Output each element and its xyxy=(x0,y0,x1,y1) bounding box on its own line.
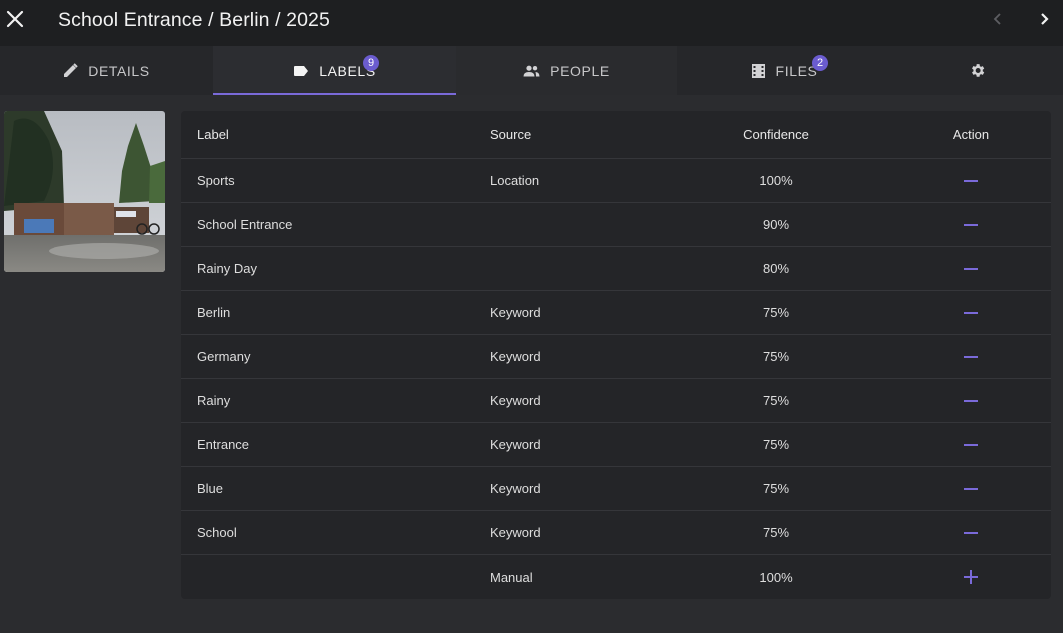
tab-bar: DETAILS LABELS 9 PEOPLE FILES 2 xyxy=(0,46,1063,95)
label-cell: Germany xyxy=(197,349,251,364)
minus-icon xyxy=(964,311,978,314)
action-cell xyxy=(921,291,1021,334)
minus-icon xyxy=(964,399,978,402)
gear-icon xyxy=(969,62,986,79)
label-cell: Blue xyxy=(197,481,224,496)
source-cell: Keyword xyxy=(490,393,541,408)
page-title: School Entrance / Berlin / 2025 xyxy=(58,9,330,31)
action-cell xyxy=(921,511,1021,554)
plus-icon xyxy=(964,570,978,584)
table-row: School Keyword 75% xyxy=(181,511,1051,555)
action-cell xyxy=(921,423,1021,466)
confidence-cell: 75% xyxy=(762,481,790,496)
table-row: Blue Keyword 75% xyxy=(181,467,1051,511)
remove-label-button[interactable] xyxy=(957,299,985,327)
confidence-cell: 90% xyxy=(762,217,790,232)
close-icon[interactable] xyxy=(3,7,27,31)
label-cell: Rainy Day xyxy=(197,261,257,276)
source-cell: Keyword xyxy=(490,349,541,364)
table-row: Rainy Keyword 75% xyxy=(181,379,1051,423)
confidence-cell: 100% xyxy=(759,173,793,188)
source-cell: Keyword xyxy=(490,305,541,320)
tab-files[interactable]: FILES 2 xyxy=(677,46,891,95)
pencil-icon xyxy=(63,63,78,78)
source-cell: Manual xyxy=(490,569,533,585)
action-cell xyxy=(921,467,1021,510)
chevron-left-icon[interactable] xyxy=(987,8,1009,30)
minus-icon xyxy=(964,443,978,446)
source-cell: Keyword xyxy=(490,481,541,496)
action-cell xyxy=(921,555,1021,599)
remove-label-button[interactable] xyxy=(957,211,985,239)
minus-icon xyxy=(964,355,978,358)
action-cell xyxy=(921,379,1021,422)
header-confidence: Confidence xyxy=(743,127,809,142)
source-cell: Keyword xyxy=(490,437,541,452)
remove-label-button[interactable] xyxy=(957,475,985,503)
table-row: School Entrance 90% xyxy=(181,203,1051,247)
label-cell: School xyxy=(197,525,237,540)
confidence-cell: 75% xyxy=(762,525,790,540)
remove-label-button[interactable] xyxy=(957,387,985,415)
title-bar: School Entrance / Berlin / 2025 xyxy=(0,0,1063,46)
source-cell: Keyword xyxy=(490,525,541,540)
tab-settings[interactable] xyxy=(891,46,1063,95)
labels-table: Label Source Confidence Action Sports Loc… xyxy=(181,111,1051,599)
remove-label-button[interactable] xyxy=(957,255,985,283)
files-count-badge: 2 xyxy=(812,55,828,71)
table-row: Berlin Keyword 75% xyxy=(181,291,1051,335)
header-source: Source xyxy=(490,127,532,142)
label-cell: School Entrance xyxy=(197,217,293,232)
tab-details-label: DETAILS xyxy=(88,62,150,79)
action-cell xyxy=(921,203,1021,246)
confidence-cell: 80% xyxy=(762,261,790,276)
confidence-cell: 75% xyxy=(762,349,790,364)
tab-people-label: PEOPLE xyxy=(550,62,610,79)
header-label: Label xyxy=(197,127,229,142)
label-cell: Sports xyxy=(197,173,235,188)
label-cell: Berlin xyxy=(197,305,231,320)
header-action: Action xyxy=(952,127,990,142)
remove-label-button[interactable] xyxy=(957,167,985,195)
minus-icon xyxy=(964,179,978,182)
minus-icon xyxy=(964,487,978,490)
table-row: Manual 100% xyxy=(181,555,1051,599)
chevron-right-icon[interactable] xyxy=(1033,8,1055,30)
table-row: Sports Location 100% xyxy=(181,159,1051,203)
minus-icon xyxy=(964,223,978,226)
action-cell xyxy=(921,335,1021,378)
tab-labels[interactable]: LABELS 9 xyxy=(213,46,456,95)
minus-icon xyxy=(964,267,978,270)
source-cell: Location xyxy=(490,173,540,188)
table-row: Entrance Keyword 75% xyxy=(181,423,1051,467)
action-cell xyxy=(921,247,1021,290)
confidence-cell: 75% xyxy=(762,305,790,320)
remove-label-button[interactable] xyxy=(957,343,985,371)
photo-thumbnail[interactable] xyxy=(4,111,165,272)
label-cell: Rainy xyxy=(197,393,231,408)
tab-files-label: FILES xyxy=(775,62,818,79)
action-cell xyxy=(921,159,1021,202)
remove-label-button[interactable] xyxy=(957,431,985,459)
confidence-cell: 100% xyxy=(759,569,793,585)
film-icon xyxy=(751,63,766,79)
add-label-button[interactable] xyxy=(957,563,985,591)
confidence-cell: 75% xyxy=(762,437,790,452)
remove-label-button[interactable] xyxy=(957,519,985,547)
tab-details[interactable]: DETAILS xyxy=(0,46,213,95)
table-header: Label Source Confidence Action xyxy=(181,111,1051,159)
table-row: Rainy Day 80% xyxy=(181,247,1051,291)
table-row: Germany Keyword 75% xyxy=(181,335,1051,379)
tab-people[interactable]: PEOPLE xyxy=(456,46,677,95)
labels-count-badge: 9 xyxy=(363,55,379,71)
minus-icon xyxy=(964,531,978,534)
label-icon xyxy=(293,65,309,77)
people-icon xyxy=(523,65,540,77)
confidence-cell: 75% xyxy=(762,393,790,408)
label-cell: Entrance xyxy=(197,437,250,452)
